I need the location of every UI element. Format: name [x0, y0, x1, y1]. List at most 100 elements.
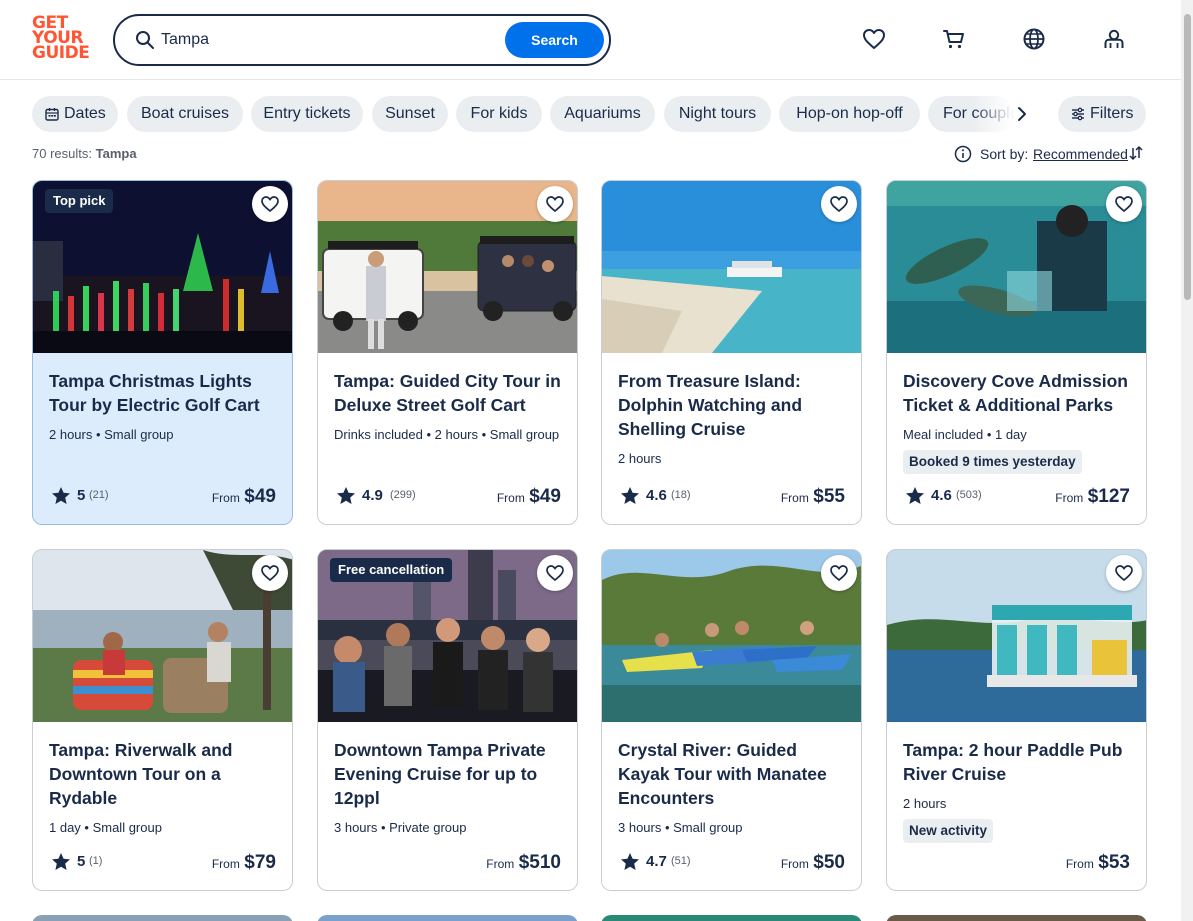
wishlist-button[interactable]	[252, 555, 288, 591]
filters-button[interactable]: Filters	[1058, 96, 1146, 132]
activity-title[interactable]: Tampa Christmas Lights Tour by Electric …	[49, 369, 279, 417]
sort-arrows-icon[interactable]	[1128, 144, 1144, 162]
rating-score: 4.7	[646, 853, 667, 870]
rating-score: 5	[77, 853, 86, 870]
heart-icon	[546, 565, 564, 582]
activity-price: From $55	[780, 486, 845, 507]
info-icon[interactable]	[954, 145, 972, 163]
chip-dates[interactable]: Dates	[32, 96, 118, 132]
star-icon	[52, 487, 70, 504]
activity-price: From $50	[780, 852, 845, 873]
activity-card[interactable]: Discovery Cove Admission Ticket & Additi…	[886, 180, 1147, 525]
activity-card[interactable]: Top pick Tampa Christmas Lights Tour by …	[32, 180, 293, 525]
filter-chips: Dates Boat cruises Entry tickets Sunset …	[32, 96, 1032, 132]
heart-icon	[261, 565, 279, 582]
activity-card-peek	[886, 915, 1147, 921]
sliders-icon	[1072, 107, 1084, 121]
wishlist-button[interactable]	[537, 186, 573, 222]
search-icon	[136, 31, 154, 49]
activity-price: From $510	[486, 852, 561, 873]
search-bar: Search	[113, 14, 611, 66]
cart-icon[interactable]	[941, 26, 967, 52]
activity-meta: 2 hours	[618, 451, 662, 466]
search-input[interactable]	[161, 28, 491, 52]
activity-meta: 1 day • Small group	[49, 820, 162, 835]
activity-price: From $127	[1055, 486, 1130, 507]
rating-score: 4.6	[931, 487, 952, 504]
activity-title[interactable]: Tampa: 2 hour Paddle Pub River Cruise	[903, 738, 1133, 786]
review-count: (21)	[89, 489, 109, 501]
wishlist-button[interactable]	[821, 186, 857, 222]
chip-aquariums[interactable]: Aquariums	[550, 96, 655, 132]
activity-title[interactable]: Tampa: Guided City Tour in Deluxe Street…	[334, 369, 564, 417]
results-count: 70 results: Tampa	[32, 146, 137, 161]
sort-control[interactable]: Sort by: Recommended	[954, 144, 1146, 164]
activity-card-peek	[601, 915, 862, 921]
star-icon	[621, 853, 639, 870]
activity-meta: 3 hours • Small group	[618, 820, 743, 835]
profile-icon[interactable]	[1101, 26, 1127, 52]
wishlist-button[interactable]	[1106, 186, 1142, 222]
heart-icon[interactable]	[861, 26, 887, 52]
getyourguide-logo[interactable]: GET YOUR GUIDE	[32, 15, 90, 64]
activity-title[interactable]: Discovery Cove Admission Ticket & Additi…	[903, 369, 1133, 417]
chip-boat-cruises[interactable]: Boat cruises	[127, 96, 243, 132]
heart-icon	[261, 196, 279, 213]
activity-meta: 2 hours • Small group	[49, 427, 174, 442]
filters-label: Filters	[1090, 105, 1134, 122]
heart-icon	[830, 196, 848, 213]
chip-for-kids[interactable]: For kids	[456, 96, 542, 132]
activity-card[interactable]: Tampa: 2 hour Paddle Pub River Cruise 2 …	[886, 549, 1147, 891]
heart-icon	[830, 565, 848, 582]
review-count: (51)	[671, 855, 691, 867]
activity-title[interactable]: Tampa: Riverwalk and Downtown Tour on a …	[49, 738, 279, 810]
chip-hop-on-hop-off[interactable]: Hop-on hop-off	[779, 96, 920, 132]
activity-meta: 2 hours	[903, 796, 947, 811]
chip-sunset[interactable]: Sunset	[372, 96, 448, 132]
activity-title[interactable]: From Treasure Island: Dolphin Watching a…	[618, 369, 848, 441]
activity-meta: Drinks included • 2 hours • Small group	[334, 427, 560, 442]
review-count: (18)	[671, 489, 691, 501]
star-icon	[337, 487, 355, 504]
chevron-right-icon[interactable]	[1012, 104, 1032, 124]
globe-icon[interactable]	[1021, 26, 1047, 52]
chip-night-tours[interactable]: Night tours	[664, 96, 771, 132]
booked-badge: Booked 9 times yesterday	[903, 450, 1082, 474]
scrollbar-thumb[interactable]	[1184, 14, 1191, 300]
chip-for-couples[interactable]: For couples	[928, 96, 1013, 132]
activity-card[interactable]: Tampa: Riverwalk and Downtown Tour on a …	[32, 549, 293, 891]
activity-title[interactable]: Crystal River: Guided Kayak Tour with Ma…	[618, 738, 848, 810]
page-scrollbar[interactable]	[1181, 0, 1193, 921]
wishlist-button[interactable]	[821, 555, 857, 591]
rating-score: 5	[77, 487, 86, 504]
activity-price: From $79	[211, 852, 276, 873]
activity-meta: Meal included • 1 day	[903, 427, 1027, 442]
heart-icon	[546, 196, 564, 213]
review-count: (1)	[89, 855, 103, 867]
review-count: (299)	[390, 489, 416, 501]
sort-label: Sort by:	[980, 146, 1029, 162]
top-pick-tag: Top pick	[45, 189, 114, 213]
activity-card[interactable]: Free cancellation Downtown Tampa Private…	[317, 549, 578, 891]
activity-meta: 3 hours • Private group	[334, 820, 467, 835]
wishlist-button[interactable]	[252, 186, 288, 222]
review-count: (503)	[956, 489, 982, 501]
activity-card[interactable]: Crystal River: Guided Kayak Tour with Ma…	[601, 549, 862, 891]
sort-value[interactable]: Recommended	[1033, 146, 1128, 162]
star-icon	[621, 487, 639, 504]
activity-price: From $49	[211, 486, 276, 507]
top-header: GET YOUR GUIDE Search	[0, 0, 1193, 80]
search-button[interactable]: Search	[505, 22, 604, 58]
star-icon	[906, 487, 924, 504]
rating-score: 4.6	[646, 487, 667, 504]
wishlist-button[interactable]	[1106, 555, 1142, 591]
activity-price: From $53	[1065, 852, 1130, 873]
activity-card[interactable]: From Treasure Island: Dolphin Watching a…	[601, 180, 862, 525]
wishlist-button[interactable]	[537, 555, 573, 591]
calendar-icon	[45, 108, 59, 121]
chip-entry-tickets[interactable]: Entry tickets	[251, 96, 363, 132]
activity-title[interactable]: Downtown Tampa Private Evening Cruise fo…	[334, 738, 564, 810]
activity-card-peek	[317, 915, 578, 921]
star-icon	[52, 853, 70, 870]
activity-card[interactable]: Tampa: Guided City Tour in Deluxe Street…	[317, 180, 578, 525]
